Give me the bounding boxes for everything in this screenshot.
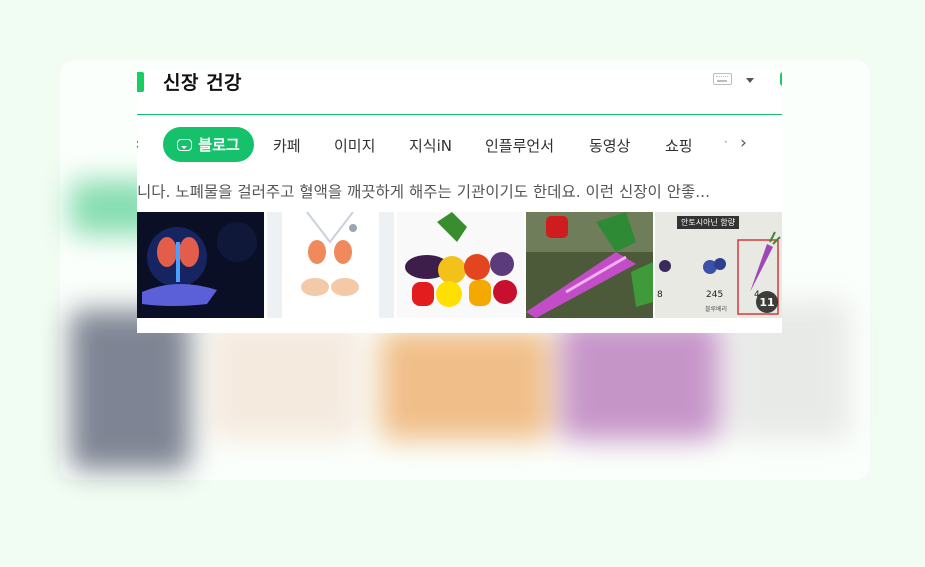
tab-more[interactable]: · xyxy=(724,135,728,149)
chart-title: 안토시아닌 함량 xyxy=(677,216,740,229)
result-snippet[interactable]: 니다. 노폐물을 걸러주고 혈액을 깨끗하게 해주는 기관이기도 한데요. 이런… xyxy=(137,180,777,202)
chevron-down-icon[interactable] xyxy=(746,78,754,83)
search-bar[interactable]: 신장 건강 xyxy=(137,70,782,115)
search-button-edge[interactable] xyxy=(780,72,782,86)
kidney-hologram-image[interactable] xyxy=(137,212,264,318)
chevron-right-icon[interactable]: › xyxy=(740,133,747,153)
chart-label: 블루베리 xyxy=(705,306,728,313)
chart-value-2: 245 xyxy=(706,290,724,300)
tab-images[interactable]: 이미지 xyxy=(334,135,375,156)
thumbnail-strip: 안토시아닌 함량 8 245 4 블루베리 11 xyxy=(137,212,782,318)
purple-carrot-image[interactable] xyxy=(526,212,653,318)
blog-icon xyxy=(177,138,193,151)
search-accent xyxy=(137,72,144,92)
keyboard-icon[interactable] xyxy=(713,73,732,85)
tab-influencer[interactable]: 인플루언서 xyxy=(485,135,554,156)
chevron-left-icon[interactable]: ‹ xyxy=(137,134,139,153)
tab-blog[interactable]: 블로그 xyxy=(163,127,254,162)
vegetables-fruits-image[interactable] xyxy=(397,212,524,318)
tab-knowledge-in[interactable]: 지식iN xyxy=(409,135,452,156)
search-tabs: ‹ 블로그 카페 이미지 지식iN 인플루언서 동영상 쇼핑 · › xyxy=(137,126,782,162)
search-query[interactable]: 신장 건강 xyxy=(163,70,242,95)
tab-video[interactable]: 동영상 xyxy=(589,135,630,156)
anthocyanin-chart-image[interactable]: 안토시아닌 함량 8 245 4 블루베리 11 xyxy=(655,212,782,318)
chart-value-1: 8 xyxy=(657,290,663,300)
tab-cafe[interactable]: 카페 xyxy=(273,135,301,156)
kidney-doctor-hands-image[interactable] xyxy=(267,212,394,318)
tab-shopping[interactable]: 쇼핑 xyxy=(665,135,693,156)
search-result-card: 신장 건강 ‹ 블로그 카페 이미지 지식iN 인플루언서 동영상 쇼핑 · ›… xyxy=(137,70,782,333)
image-count-badge[interactable]: 11 xyxy=(756,291,778,313)
tab-blog-label: 블로그 xyxy=(198,136,240,154)
